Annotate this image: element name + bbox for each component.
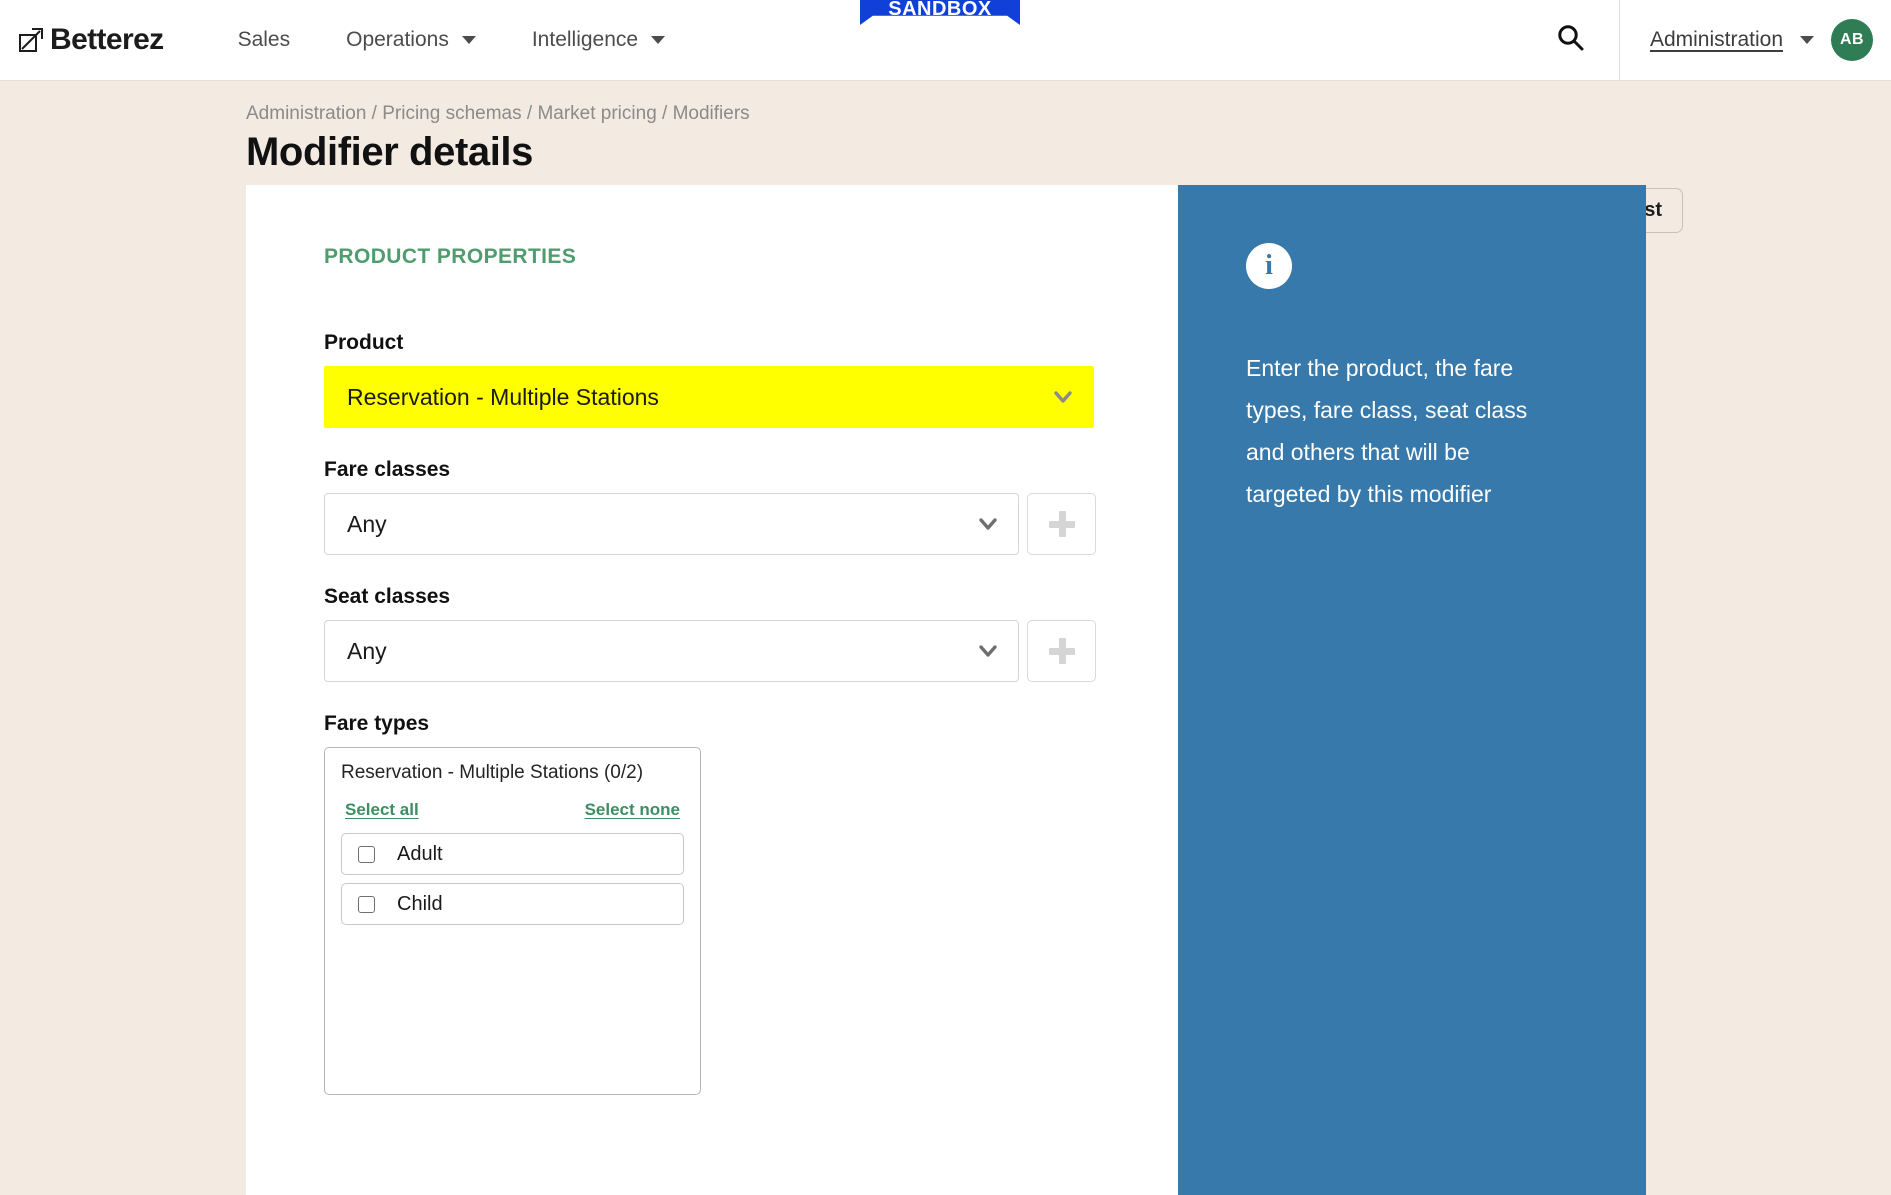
product-select-value: Reservation - Multiple Stations: [347, 383, 659, 410]
chevron-down-icon: [978, 640, 998, 660]
breadcrumb[interactable]: Administration / Pricing schemas / Marke…: [246, 103, 1891, 125]
sandbox-badge: SANDBOX: [860, 0, 1020, 25]
fare-classes-select[interactable]: Any: [324, 493, 1019, 555]
brand-name: Betterez: [50, 23, 164, 56]
fare-type-option-child[interactable]: Child: [341, 883, 684, 925]
fare-type-label: Child: [397, 892, 443, 915]
product-properties-card: PRODUCT PROPERTIES Product Reservation -…: [246, 185, 1178, 1195]
select-all-link[interactable]: Select all: [345, 800, 419, 820]
product-select[interactable]: Reservation - Multiple Stations: [324, 366, 1094, 428]
select-none-link[interactable]: Select none: [585, 800, 680, 820]
chevron-down-icon: [1053, 386, 1073, 406]
field-seat-classes: Seat classes Any: [324, 585, 1178, 682]
chevron-down-icon: [978, 513, 998, 533]
fare-type-label: Adult: [397, 842, 443, 865]
seat-classes-label: Seat classes: [324, 585, 451, 608]
field-fare-types: Fare types Reservation - Multiple Statio…: [324, 712, 1178, 1095]
top-navigation-bar: Betterez Sales Operations Intelligence S…: [0, 0, 1891, 81]
chevron-down-icon: [651, 36, 666, 44]
seat-classes-select[interactable]: Any: [324, 620, 1019, 682]
account-menu[interactable]: Administration AB: [1618, 0, 1891, 80]
account-label: Administration: [1649, 28, 1783, 51]
field-fare-classes: Fare classes Any: [324, 458, 1178, 555]
product-label: Product: [324, 331, 404, 354]
field-product: Product Reservation - Multiple Stations: [324, 331, 1178, 428]
fare-type-option-adult[interactable]: Adult: [341, 833, 684, 875]
fare-types-selection-links: Select all Select none: [341, 800, 684, 820]
add-seat-class-button[interactable]: [1027, 620, 1096, 682]
content-area: PRODUCT PROPERTIES Product Reservation -…: [246, 185, 1646, 1195]
nav-item-label: Intelligence: [531, 28, 639, 51]
fare-classes-value: Any: [347, 510, 387, 537]
nav-item-label: Operations: [346, 28, 449, 51]
plus-icon: [1048, 638, 1075, 664]
fare-types-group-header: Reservation - Multiple Stations (0/2): [341, 762, 644, 783]
topbar-right-section: Administration AB: [1521, 0, 1891, 80]
fare-classes-label: Fare classes: [324, 458, 451, 481]
nav-item-intelligence[interactable]: Intelligence: [504, 28, 693, 52]
nav-item-operations[interactable]: Operations: [318, 28, 504, 52]
page-header: Administration / Pricing schemas / Marke…: [0, 81, 1891, 233]
info-icon: i: [1246, 243, 1292, 289]
chevron-down-icon: [1800, 36, 1814, 44]
main-nav: Sales Operations Intelligence: [210, 28, 694, 52]
seat-classes-value: Any: [347, 637, 387, 664]
page-title: Modifier details: [246, 130, 533, 174]
search-button[interactable]: [1521, 23, 1619, 58]
search-icon: [1555, 23, 1585, 58]
info-panel-text: Enter the product, the fare types, fare …: [1246, 355, 1528, 507]
checkbox-icon[interactable]: [358, 845, 375, 863]
checkbox-icon[interactable]: [358, 895, 375, 913]
arrow-logo-icon: [18, 27, 44, 53]
fare-types-panel: Reservation - Multiple Stations (0/2) Se…: [324, 747, 701, 1095]
info-panel: i Enter the product, the fare types, far…: [1178, 185, 1646, 1195]
brand-logo[interactable]: Betterez: [18, 23, 164, 57]
nav-item-label: Sales: [237, 28, 291, 51]
avatar[interactable]: AB: [1831, 19, 1873, 61]
chevron-down-icon: [461, 36, 476, 44]
fare-types-label: Fare types: [324, 712, 430, 735]
nav-item-sales[interactable]: Sales: [210, 28, 319, 52]
plus-icon: [1048, 511, 1075, 537]
section-title: PRODUCT PROPERTIES: [324, 245, 577, 268]
add-fare-class-button[interactable]: [1027, 493, 1096, 555]
